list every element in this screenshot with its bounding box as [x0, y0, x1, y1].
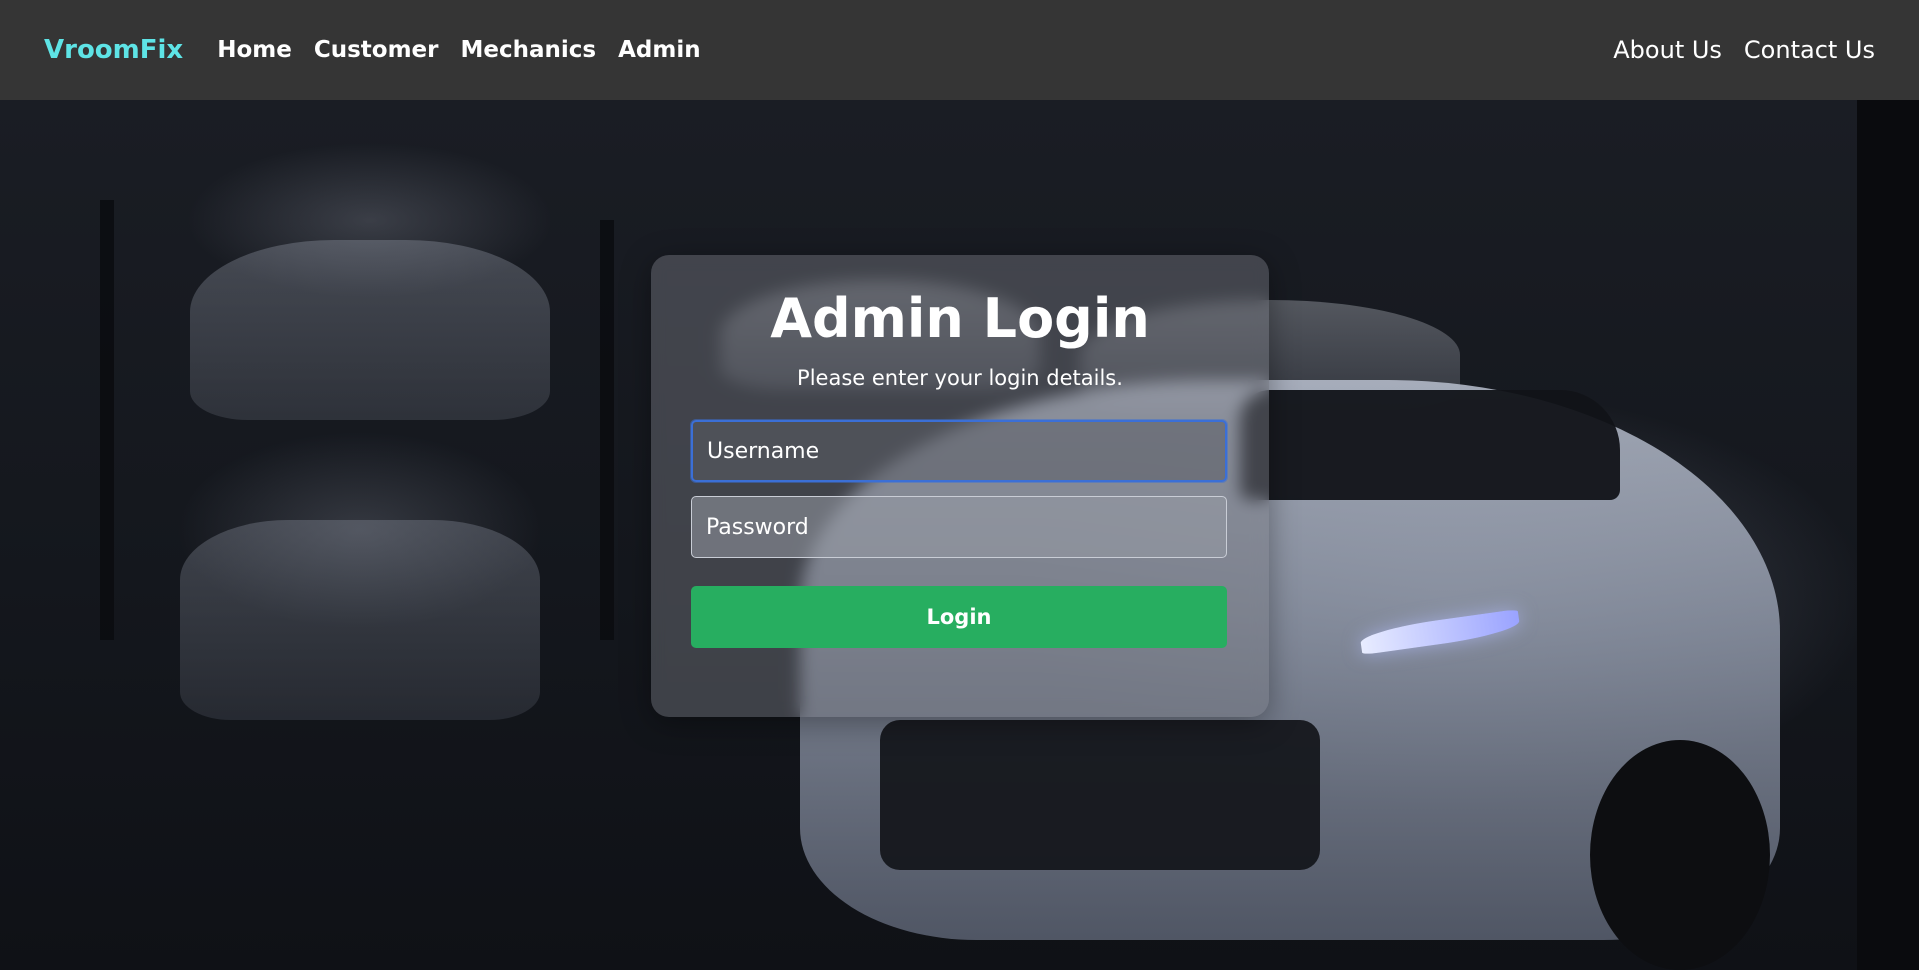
nav-contact-us-link[interactable]: Contact Us: [1744, 36, 1875, 64]
nav-customer-link[interactable]: Customer: [314, 37, 439, 63]
nav-admin-link[interactable]: Admin: [618, 37, 701, 63]
nav-mechanics-link[interactable]: Mechanics: [461, 37, 597, 63]
foreground-car-grille: [880, 720, 1320, 870]
lift-post: [600, 220, 614, 640]
login-title: Admin Login: [770, 287, 1150, 350]
username-input[interactable]: [691, 420, 1227, 483]
secondary-nav: About Us Contact Us: [1613, 36, 1875, 64]
login-subtitle: Please enter your login details.: [797, 366, 1123, 391]
hero-right-edge: [1857, 100, 1919, 970]
main-nav: Home Customer Mechanics Admin: [217, 37, 700, 63]
brand-logo[interactable]: VroomFix: [44, 35, 183, 65]
password-input[interactable]: [691, 496, 1227, 559]
nav-home-link[interactable]: Home: [217, 37, 292, 63]
login-button[interactable]: Login: [691, 586, 1227, 649]
lift-post: [100, 200, 114, 640]
top-navbar: VroomFix Home Customer Mechanics Admin A…: [0, 0, 1919, 100]
login-card: Admin Login Please enter your login deta…: [651, 255, 1269, 717]
foreground-car-windshield: [1240, 390, 1620, 500]
background-car-lower-left: [180, 520, 540, 720]
nav-about-us-link[interactable]: About Us: [1613, 36, 1722, 64]
foreground-car-wheel: [1590, 740, 1770, 970]
background-car-upper-left: [190, 240, 550, 420]
